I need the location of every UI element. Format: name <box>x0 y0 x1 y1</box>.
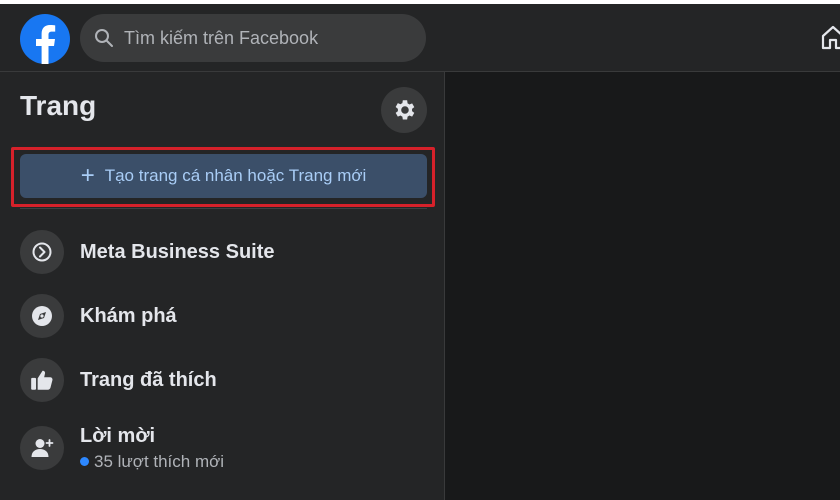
divider <box>20 208 427 209</box>
invites-subtext: 35 lượt thích mới <box>80 452 224 472</box>
search-icon <box>95 29 113 47</box>
sidebar-item-label: Trang đã thích <box>80 368 217 391</box>
facebook-logo-icon[interactable] <box>20 14 70 64</box>
search-bar[interactable]: Tìm kiếm trên Facebook <box>80 14 426 62</box>
add-person-icon <box>31 439 54 457</box>
sidebar-item-label: Meta Business Suite <box>80 240 275 263</box>
sidebar-item-invites[interactable]: Lời mời 35 lượt thích mới <box>20 420 427 476</box>
explore-compass-icon <box>32 306 52 326</box>
unread-dot-icon <box>80 457 89 466</box>
sidebar-item-liked-pages[interactable]: Trang đã thích <box>20 356 427 404</box>
home-icon[interactable] <box>820 24 840 50</box>
thumbs-up-icon <box>31 370 53 390</box>
sidebar-item-meta-business-suite[interactable]: Meta Business Suite <box>20 228 427 276</box>
page-title: Trang <box>20 90 97 121</box>
plus-icon: + <box>80 162 95 189</box>
create-page-label: Tạo trang cá nhân hoặc Trang mới <box>104 166 367 185</box>
window-top-edge <box>0 0 840 4</box>
create-page-button[interactable]: + Tạo trang cá nhân hoặc Trang mới <box>20 154 427 198</box>
main-content <box>446 72 840 500</box>
settings-button[interactable] <box>381 87 427 133</box>
sidebar: Trang + Tạo trang cá nhân hoặc Trang mới… <box>0 72 445 500</box>
facebook-pages-app: Tìm kiếm trên Facebook Trang + Tạo trang… <box>0 0 840 500</box>
new-likes-count: 35 lượt thích mới <box>94 451 225 471</box>
sidebar-item-label: Lời mời <box>80 424 156 447</box>
search-input[interactable]: Tìm kiếm trên Facebook <box>124 28 318 49</box>
top-bar: Tìm kiếm trên Facebook <box>0 0 840 72</box>
sidebar-item-explore[interactable]: Khám phá <box>20 292 427 340</box>
sidebar-item-label: Khám phá <box>80 304 177 327</box>
gear-icon <box>395 100 415 120</box>
business-suite-icon <box>32 242 52 262</box>
